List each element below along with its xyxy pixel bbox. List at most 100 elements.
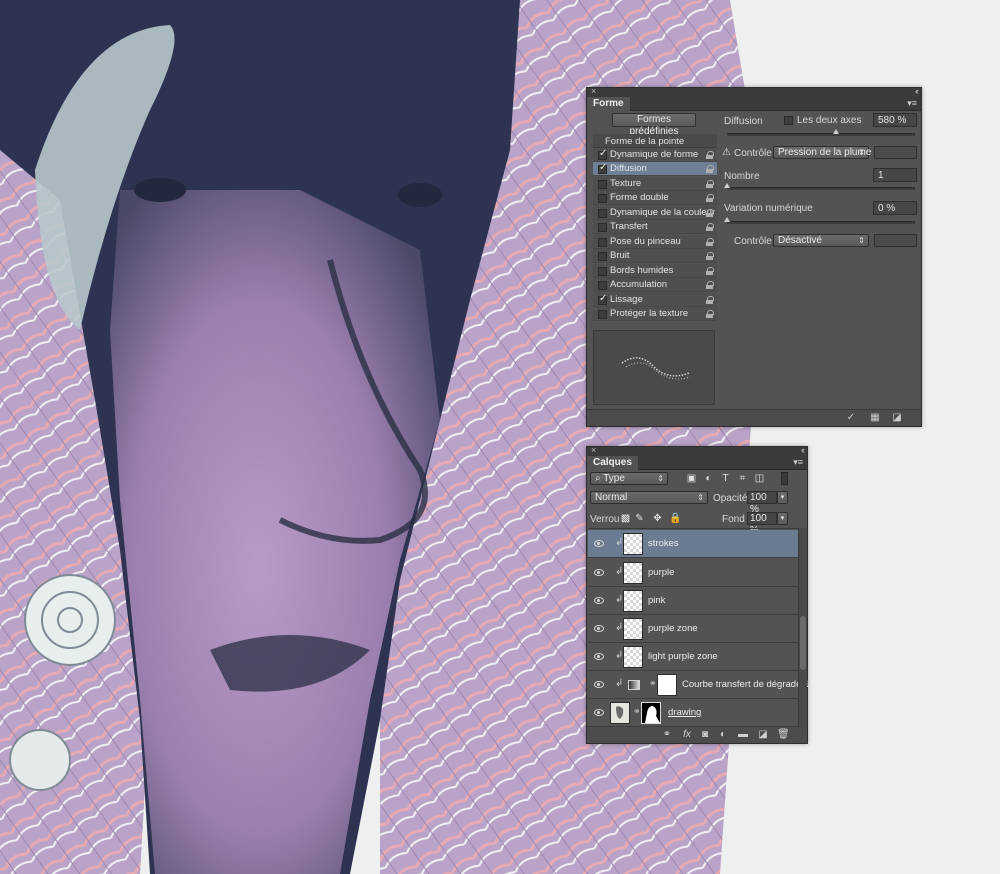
new-layer-icon[interactable]: ◪	[757, 730, 769, 740]
visibility-eye-icon[interactable]	[594, 681, 604, 688]
brush-panel-topbar[interactable]: × ‹‹	[587, 86, 921, 97]
option-build-up[interactable]: Accumulation	[593, 278, 717, 292]
lock-icon[interactable]	[706, 238, 714, 246]
checkbox[interactable]	[598, 310, 607, 319]
slider-thumb[interactable]	[724, 183, 730, 188]
visibility-eye-icon[interactable]	[594, 540, 604, 547]
option-transfer[interactable]: Transfert	[593, 220, 717, 234]
option-scattering[interactable]: ✓ Diffusion	[593, 162, 717, 176]
checkbox[interactable]	[598, 238, 607, 247]
filter-pixel-icon[interactable]: ▣	[686, 473, 697, 484]
layer-row-light-purple-zone[interactable]: ↲ light purple zone	[588, 643, 798, 671]
filter-adjustment-icon[interactable]: ◐	[703, 473, 714, 484]
grid-icon[interactable]: ▦	[869, 413, 881, 423]
adjustment-icon[interactable]: ◐	[717, 730, 729, 740]
count-jitter-value-field[interactable]: 0 %	[873, 201, 917, 215]
layer-filter-dropdown[interactable]: ⌕ Type ⇕	[590, 472, 668, 485]
lock-icon[interactable]	[706, 180, 714, 188]
brush-tip-shape-header[interactable]: Forme de la pointe	[593, 134, 717, 148]
checkbox[interactable]	[598, 267, 607, 276]
trash-icon[interactable]: 🗑	[777, 730, 790, 740]
filter-toggle-icon[interactable]	[781, 472, 788, 485]
layer-name[interactable]: strokes	[648, 538, 679, 549]
blend-mode-dropdown[interactable]: Normal ⇕	[590, 491, 708, 504]
checkbox[interactable]	[598, 194, 607, 203]
visibility-eye-icon[interactable]	[594, 653, 604, 660]
option-texture[interactable]: Texture	[593, 177, 717, 191]
layer-row-purple[interactable]: ↲ purple	[588, 559, 798, 587]
lock-icon[interactable]	[706, 281, 714, 289]
tab-calques[interactable]: Calques	[587, 456, 638, 470]
option-dual-brush[interactable]: Forme double	[593, 191, 717, 205]
filter-type-icon[interactable]: T	[720, 473, 731, 484]
lock-icon[interactable]	[706, 209, 714, 217]
count-slider[interactable]	[724, 183, 915, 190]
folder-icon[interactable]: ▬	[737, 730, 749, 740]
lock-icon[interactable]	[706, 310, 714, 318]
layer-row-drawing[interactable]: ⚭ drawing	[588, 699, 798, 727]
collapse-icon[interactable]: ‹‹	[801, 445, 805, 455]
toggle-hardness-preview-icon[interactable]: ✓	[845, 413, 857, 423]
new-brush-icon[interactable]: ◪	[891, 413, 903, 423]
mask-icon[interactable]: ◙	[699, 730, 711, 740]
layer-row-strokes[interactable]: ↲ strokes	[588, 530, 798, 558]
layer-name[interactable]: pink	[648, 595, 665, 606]
count-jitter-slider[interactable]	[724, 217, 915, 224]
close-icon[interactable]: ×	[591, 445, 596, 455]
layer-row-purple-zone[interactable]: ↲ purple zone	[588, 615, 798, 643]
scatter-control-extra-field[interactable]	[874, 146, 917, 159]
visibility-eye-icon[interactable]	[594, 569, 604, 576]
fx-icon[interactable]: fx	[681, 730, 693, 740]
layers-scrollbar[interactable]	[798, 528, 807, 728]
checkbox[interactable]: ✓	[598, 162, 607, 174]
checkbox[interactable]: ✓	[598, 293, 607, 305]
checkbox[interactable]	[598, 209, 607, 218]
lock-transparent-icon[interactable]: ▩	[620, 513, 631, 524]
lock-icon[interactable]	[706, 267, 714, 275]
layer-row-gradient-map[interactable]: ↲ ⚭ Courbe transfert de dégradé 1	[588, 671, 809, 699]
scatter-control-dropdown[interactable]: Pression de la plume ⇕	[773, 146, 871, 159]
layer-name[interactable]: purple	[648, 567, 674, 578]
lock-icon[interactable]	[706, 252, 714, 260]
fill-field[interactable]: 100 %	[747, 512, 777, 536]
lock-brush-icon[interactable]: ✎	[634, 513, 645, 524]
checkbox[interactable]	[598, 252, 607, 261]
layer-name[interactable]: drawing	[668, 707, 701, 718]
option-noise[interactable]: Bruit	[593, 249, 717, 263]
count-jitter-control-dropdown[interactable]: Désactivé ⇕	[773, 234, 869, 247]
scatter-slider[interactable]	[727, 129, 915, 136]
brush-presets-button[interactable]: Formes prédéfinies	[612, 113, 696, 137]
option-brush-pose[interactable]: Pose du pinceau	[593, 235, 717, 249]
panel-menu-icon[interactable]: ▾≡	[907, 98, 917, 109]
count-jitter-control-extra-field[interactable]	[874, 234, 917, 247]
filter-shape-icon[interactable]: ⌗	[737, 473, 748, 484]
layer-row-pink[interactable]: ↲ pink	[588, 587, 798, 615]
opacity-chevron-down-icon[interactable]: ▾	[777, 491, 788, 504]
option-smoothing[interactable]: ✓ Lissage	[593, 293, 717, 307]
lock-icon[interactable]	[706, 296, 714, 304]
layer-name[interactable]: purple zone	[648, 623, 698, 634]
checkbox[interactable]	[598, 281, 607, 290]
option-color-dynamics[interactable]: Dynamique de la couleur	[593, 206, 717, 220]
option-wet-edges[interactable]: Bords humides	[593, 264, 717, 278]
fill-chevron-down-icon[interactable]: ▾	[777, 512, 788, 525]
visibility-eye-icon[interactable]	[594, 625, 604, 632]
scatter-value-field[interactable]: 580 %	[873, 113, 917, 127]
option-shape-dynamics[interactable]: ✓ Dynamique de forme	[593, 148, 717, 162]
checkbox[interactable]: ✓	[598, 148, 607, 160]
both-axes-checkbox[interactable]	[784, 116, 793, 125]
lock-icon[interactable]	[706, 151, 714, 159]
checkbox[interactable]	[598, 180, 607, 189]
layer-name[interactable]: light purple zone	[648, 651, 718, 662]
link-icon[interactable]: ⚭	[661, 730, 673, 740]
opacity-field[interactable]: 100 %	[747, 491, 777, 515]
lock-icon[interactable]	[706, 165, 714, 173]
checkbox[interactable]	[598, 223, 607, 232]
count-value-field[interactable]: 1	[873, 168, 917, 182]
slider-thumb[interactable]	[833, 129, 839, 134]
lock-icon[interactable]	[706, 194, 714, 202]
visibility-eye-icon[interactable]	[594, 709, 604, 716]
option-protect-texture[interactable]: Protéger la texture	[593, 307, 717, 321]
layer-name[interactable]: Courbe transfert de dégradé 1	[682, 679, 809, 690]
filter-smart-object-icon[interactable]: ◫	[754, 473, 765, 484]
